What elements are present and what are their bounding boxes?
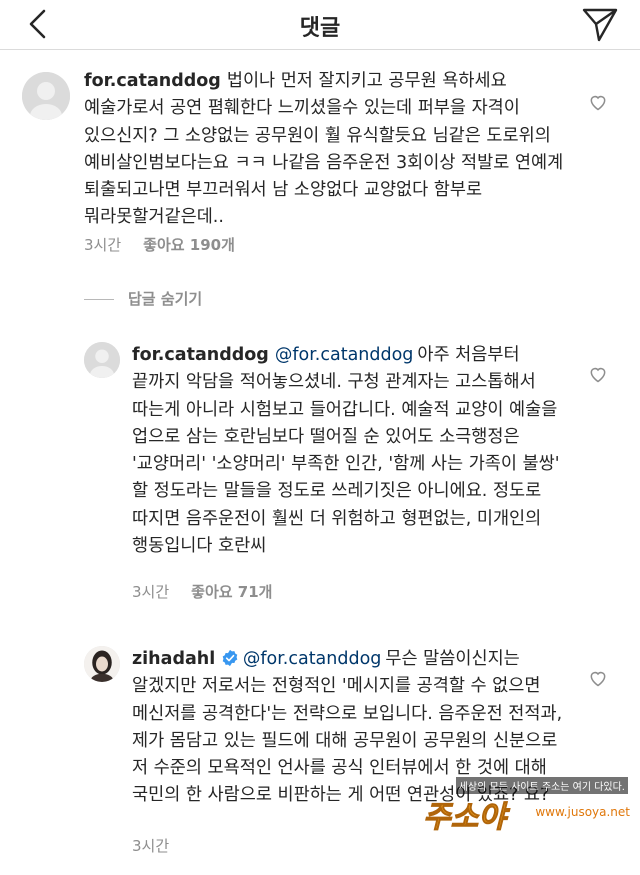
avatar[interactable] (84, 342, 120, 378)
paper-plane-icon (582, 8, 618, 42)
comment-time: 3시간 (132, 583, 170, 601)
hide-replies-label: 답글 숨기기 (128, 290, 203, 308)
comment-item: for.catanddog 법이나 먼저 잘지키고 공무원 욕하세요 예술가로서 … (0, 62, 640, 262)
comment-body: for.catanddog @for.catanddog 아주 처음부터 끝까지 악… (132, 342, 572, 560)
header-bar: 댓글 (0, 0, 640, 50)
heart-icon[interactable] (588, 668, 608, 688)
comment-username[interactable]: for.catanddog (84, 71, 221, 91)
comment-text: 법이나 먼저 잘지키고 공무원 욕하세요 예술가로서 공연 폄훼한다 느끼셨을수… (84, 71, 564, 228)
avatar[interactable] (84, 646, 120, 682)
heart-icon[interactable] (588, 92, 608, 112)
reply-item: for.catanddog @for.catanddog 아주 처음부터 끝까지 악… (0, 336, 640, 606)
hide-replies-button[interactable]: 답글 숨기기 (84, 288, 202, 309)
comment-username[interactable]: for.catanddog (132, 345, 269, 365)
comment-meta: 3시간 좋아요 71개 (132, 581, 294, 602)
comment-meta: 3시간 좋아요 190개 (84, 234, 257, 255)
page-title: 댓글 (299, 16, 341, 41)
reply-item: zihadahl @for.catanddog 무슨 말씀이신지는 알겠지만 저로… (0, 640, 640, 865)
verified-badge-icon (222, 649, 238, 667)
default-avatar-icon (84, 342, 120, 378)
comment-username[interactable]: zihadahl (132, 649, 215, 669)
heart-icon[interactable] (588, 364, 608, 384)
watermark-url: www.jusoya.net (535, 805, 630, 819)
comment-mention[interactable]: @for.catanddog (243, 649, 382, 669)
comment-text: 아주 처음부터 끝까지 악담을 적어놓으셨네. 구청 관계자는 고스톱해서 따는… (132, 345, 560, 557)
user-photo-icon (84, 646, 120, 682)
comment-time: 3시간 (132, 837, 170, 855)
comment-mention[interactable]: @for.catanddog (275, 345, 414, 365)
comment-likes[interactable]: 좋아요 71개 (191, 583, 272, 601)
avatar[interactable] (22, 72, 70, 120)
comment-meta: 3시간 (132, 835, 191, 856)
default-avatar-icon (22, 72, 70, 120)
divider (84, 299, 114, 300)
share-button[interactable] (580, 5, 620, 45)
comment-time: 3시간 (84, 236, 122, 254)
comment-likes[interactable]: 좋아요 190개 (143, 236, 235, 254)
watermark-logo: 주소야 (423, 800, 507, 836)
comment-body: for.catanddog 법이나 먼저 잘지키고 공무원 욕하세요 예술가로서 … (84, 68, 574, 232)
